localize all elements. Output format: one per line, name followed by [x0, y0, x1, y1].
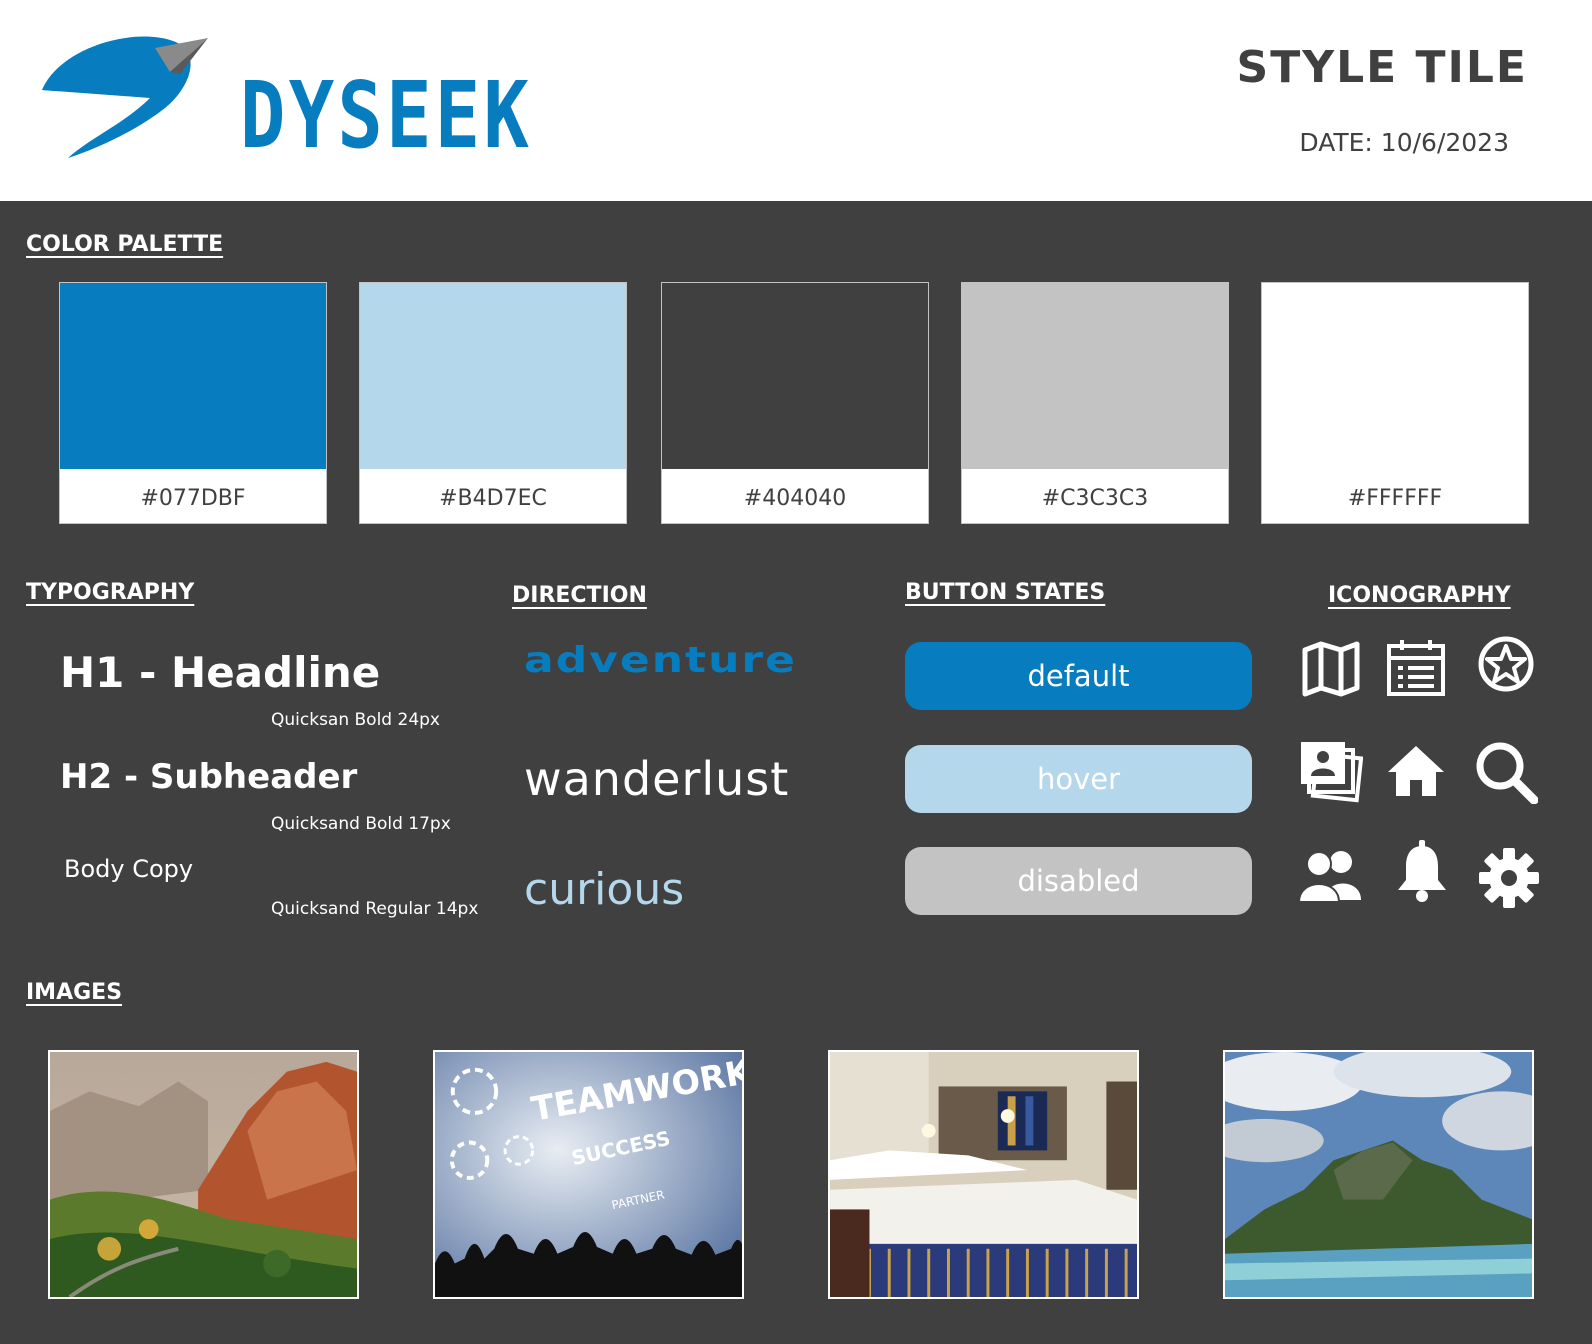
swatch-hex: #B4D7EC [439, 486, 547, 511]
bell-icon [1390, 840, 1454, 904]
swatch-fill [60, 283, 326, 469]
direction-word-curious: curious [524, 864, 685, 915]
h2-font-note: Quicksand Bold 17px [271, 814, 451, 834]
hotel-room-photo [828, 1050, 1139, 1299]
body-font-note: Quicksand Regular 14px [271, 899, 479, 919]
swatch-hex: #C3C3C3 [1041, 486, 1149, 511]
logo-mark-icon [42, 36, 208, 159]
swatch-fill [962, 283, 1228, 469]
color-swatch: #C3C3C3 [961, 282, 1229, 524]
home-icon [1384, 740, 1448, 804]
map-icon [1299, 636, 1363, 700]
header: DYSEEK STYLE TILE DATE: 10/6/2023 [0, 0, 1592, 201]
hover-button[interactable]: hover [905, 745, 1252, 813]
dyseek-logo: DYSEEK [40, 28, 529, 168]
tropical-island-photo [1223, 1050, 1534, 1299]
h1-font-note: Quicksan Bold 24px [271, 710, 440, 730]
swatch-hex: #077DBF [140, 486, 246, 511]
search-icon [1474, 740, 1538, 804]
iconography-heading: ICONOGRAPHY [1328, 583, 1511, 608]
body-copy-sample: Body Copy [64, 855, 194, 883]
gear-icon [1477, 846, 1541, 910]
swatch-hex: #FFFFFF [1347, 486, 1443, 511]
typography-heading: TYPOGRAPHY [26, 580, 195, 605]
teamwork-success-photo: TEAMWORK SUCCESS PARTNER [433, 1050, 744, 1299]
swatch-hex: #404040 [743, 486, 847, 511]
star-circle-icon [1474, 632, 1538, 696]
brand-name: DYSEEK [240, 62, 533, 169]
photo-gallery-icon [1299, 740, 1363, 804]
button-states-heading: BUTTON STATES [905, 580, 1106, 605]
direction-word-adventure: adventure [524, 640, 797, 681]
direction-word-wanderlust: wanderlust [524, 752, 790, 806]
swatch-fill [662, 283, 928, 469]
canyon-mountain-photo [48, 1050, 359, 1299]
swatch-fill [360, 283, 626, 469]
h2-sample: H2 - Subheader [60, 757, 358, 797]
swatch-fill [1262, 283, 1528, 469]
color-swatch: #404040 [661, 282, 929, 524]
disabled-button: disabled [905, 847, 1252, 915]
color-palette-heading: COLOR PALETTE [26, 232, 224, 257]
default-button[interactable]: default [905, 642, 1252, 710]
h1-sample: H1 - Headline [60, 648, 381, 697]
color-swatch: #B4D7EC [359, 282, 627, 524]
users-icon [1299, 846, 1363, 910]
page-title: STYLE TILE [1236, 42, 1528, 93]
color-swatch: #FFFFFF [1261, 282, 1529, 524]
color-swatch: #077DBF [59, 282, 327, 524]
calendar-list-icon [1384, 636, 1448, 700]
date-label: DATE: 10/6/2023 [1299, 128, 1509, 157]
images-heading: IMAGES [26, 980, 123, 1005]
direction-heading: DIRECTION [512, 583, 647, 608]
